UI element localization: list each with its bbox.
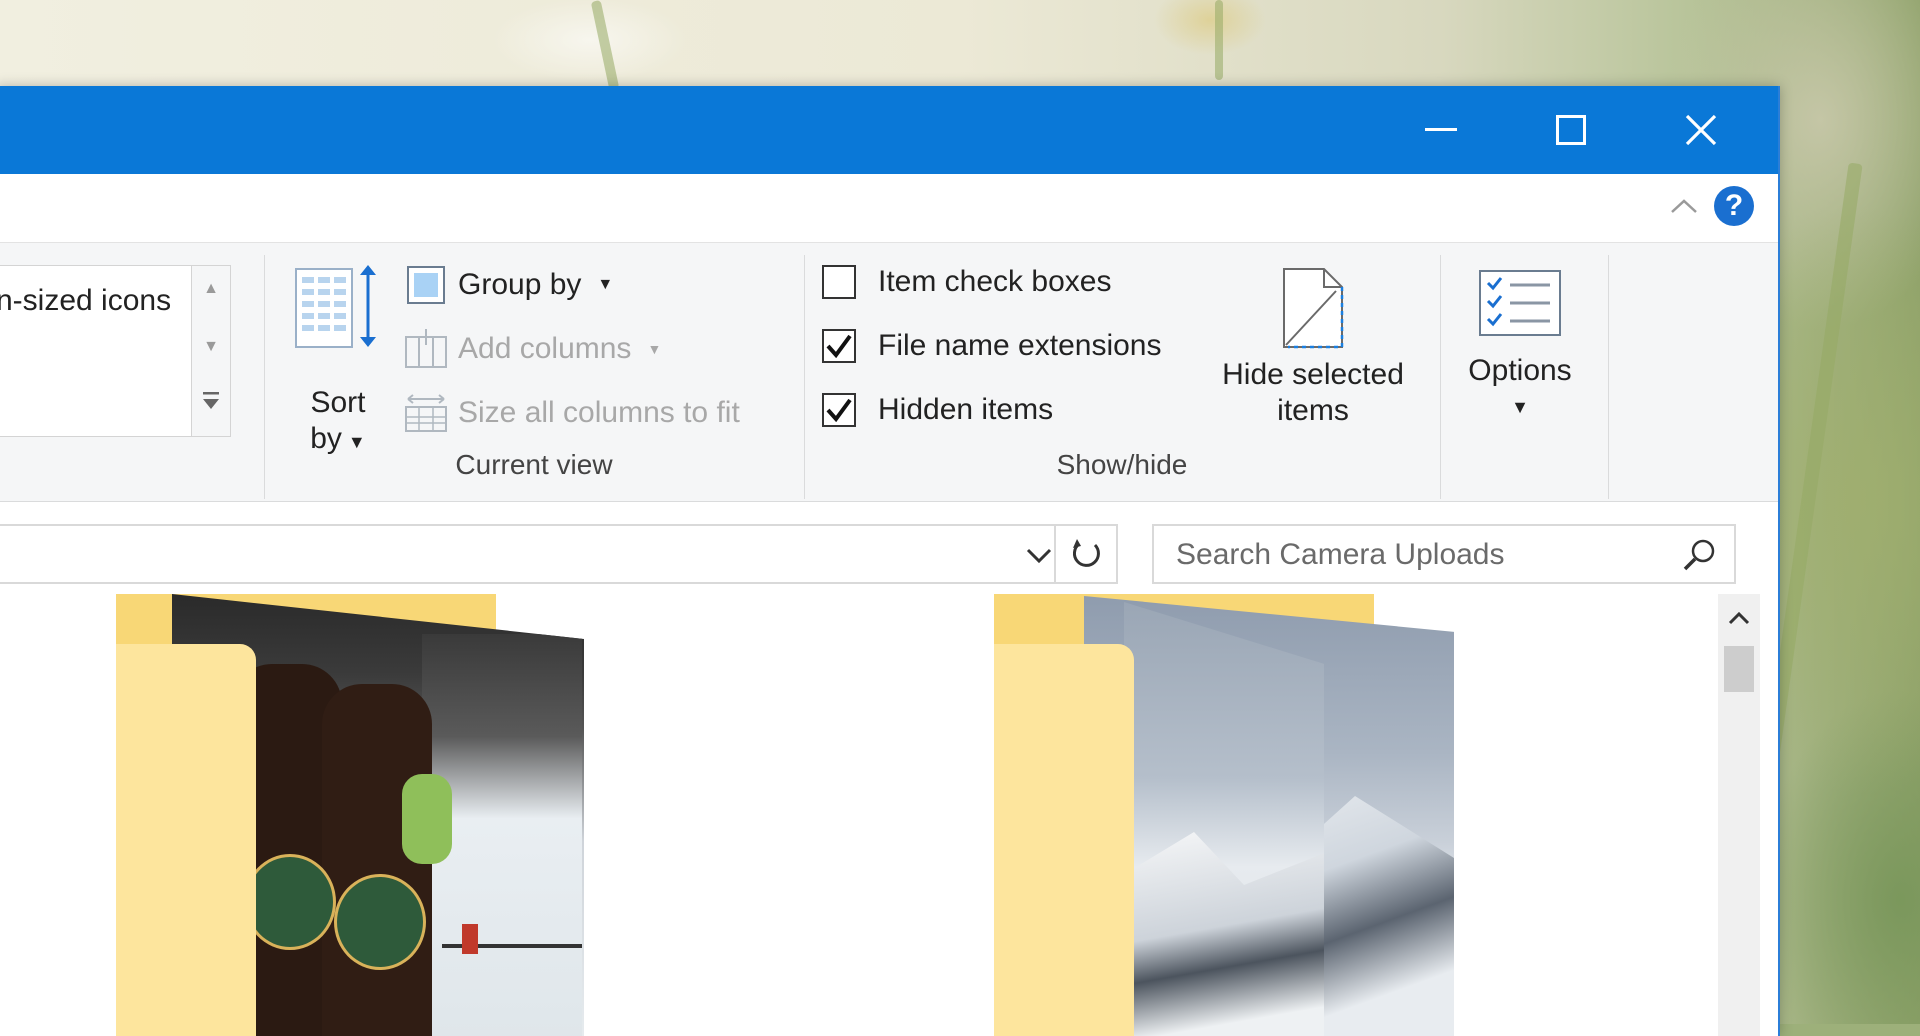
minimize-icon xyxy=(1425,128,1457,131)
close-button[interactable] xyxy=(1636,86,1766,174)
ribbon-tab-strip xyxy=(0,174,1778,242)
layout-gallery[interactable]: n-sized icons ▲ ▼ xyxy=(0,265,231,437)
maximize-icon xyxy=(1556,115,1586,145)
file-explorer-window: ? n-sized icons ▲ ▼ Sort by ▼ Group by ▼… xyxy=(0,86,1780,1036)
sort-by-icon xyxy=(295,265,376,348)
add-columns-button[interactable]: Add columns ▼ xyxy=(404,327,661,371)
help-button[interactable]: ? xyxy=(1714,186,1754,226)
folder-front xyxy=(116,644,256,1036)
folder-item[interactable] xyxy=(994,594,1464,1036)
dropdown-caret-icon: ▼ xyxy=(597,276,614,293)
hide-selected-label-line1: Hide selected xyxy=(1222,358,1404,391)
chevron-up-icon xyxy=(1728,611,1750,625)
refresh-button[interactable] xyxy=(1054,526,1116,582)
options-label: Options xyxy=(1468,354,1572,387)
gallery-down-icon[interactable]: ▼ xyxy=(192,338,230,356)
folder-thumbnail-photo xyxy=(1124,602,1324,1036)
wallpaper-grass xyxy=(590,0,620,91)
file-list-view[interactable] xyxy=(0,594,1718,1036)
chevron-up-icon xyxy=(1671,199,1697,213)
item-check-boxes-checkbox[interactable] xyxy=(822,265,856,299)
dropdown-caret-icon: ▼ xyxy=(1511,397,1529,417)
address-bar[interactable] xyxy=(0,524,1118,584)
hidden-items-label: Hidden items xyxy=(878,393,1054,426)
file-name-extensions-checkbox[interactable] xyxy=(822,329,856,363)
sort-by-label-line1: Sort xyxy=(310,386,366,419)
scroll-up-button[interactable] xyxy=(1718,600,1760,636)
vertical-scrollbar[interactable] xyxy=(1718,594,1760,1036)
folder-item[interactable] xyxy=(116,594,586,1036)
checkmark-icon xyxy=(826,398,852,422)
add-columns-icon xyxy=(404,327,448,371)
ribbon-separator xyxy=(1608,255,1609,499)
wallpaper-grass xyxy=(1215,0,1223,80)
help-icon: ? xyxy=(1724,189,1744,222)
ribbon-view-tab: n-sized icons ▲ ▼ Sort by ▼ Group by ▼ A… xyxy=(0,242,1778,502)
refresh-icon xyxy=(1072,539,1100,567)
layout-selected-item[interactable]: n-sized icons xyxy=(0,284,171,318)
ribbon-separator xyxy=(1440,255,1441,499)
collapse-ribbon-button[interactable] xyxy=(1666,188,1702,224)
search-box[interactable]: Search Camera Uploads xyxy=(1152,524,1736,584)
group-by-label: Group by xyxy=(458,268,582,301)
hidden-items-checkbox[interactable] xyxy=(822,393,856,427)
options-button[interactable]: Options ▼ xyxy=(1456,269,1584,425)
search-icon[interactable] xyxy=(1682,538,1716,572)
hidden-items-option[interactable]: Hidden items xyxy=(822,393,1053,427)
current-view-group-label: Current view xyxy=(455,449,613,480)
file-name-extensions-label: File name extensions xyxy=(878,329,1162,362)
file-name-extensions-option[interactable]: File name extensions xyxy=(822,329,1161,363)
title-bar[interactable] xyxy=(0,86,1778,174)
size-columns-label: Size all columns to fit xyxy=(458,396,740,429)
hide-selected-items-button[interactable]: Hide selected items xyxy=(1208,265,1418,429)
scrollbar-thumb[interactable] xyxy=(1724,646,1754,692)
close-icon xyxy=(1685,114,1717,146)
size-columns-icon xyxy=(404,391,448,435)
add-columns-label: Add columns xyxy=(458,332,632,365)
search-input[interactable]: Search Camera Uploads xyxy=(1176,538,1505,572)
sort-by-button[interactable]: Sort by ▼ xyxy=(288,261,388,455)
hide-selected-icon xyxy=(1283,268,1344,349)
item-check-boxes-option[interactable]: Item check boxes xyxy=(822,265,1111,299)
gallery-expand-icon[interactable] xyxy=(192,390,230,412)
layout-gallery-scroll: ▲ ▼ xyxy=(191,266,230,436)
item-check-boxes-label: Item check boxes xyxy=(878,265,1112,298)
maximize-button[interactable] xyxy=(1506,86,1636,174)
folder-front xyxy=(994,644,1134,1036)
checkmark-icon xyxy=(826,334,852,358)
group-by-button[interactable]: Group by ▼ xyxy=(404,263,613,307)
options-icon xyxy=(1479,270,1561,336)
group-by-icon xyxy=(404,263,448,307)
hide-selected-label-line2: items xyxy=(1277,394,1349,427)
gallery-up-icon[interactable]: ▲ xyxy=(192,280,230,298)
address-history-button[interactable] xyxy=(1024,540,1054,570)
size-all-columns-button[interactable]: Size all columns to fit xyxy=(404,391,740,435)
minimize-button[interactable] xyxy=(1376,86,1506,174)
show-hide-group-label: Show/hide xyxy=(1056,449,1188,480)
chevron-down-icon xyxy=(1026,548,1052,564)
dropdown-caret-icon: ▼ xyxy=(647,341,662,357)
